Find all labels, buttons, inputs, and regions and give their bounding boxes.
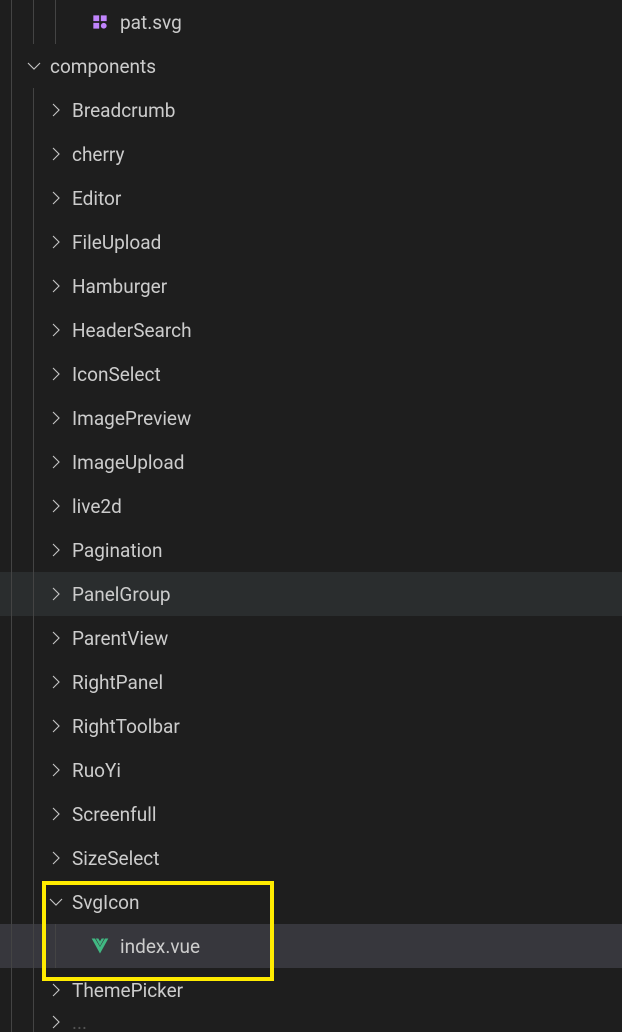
file-item[interactable]: index.vue [0,924,622,968]
folder-item[interactable]: ImageUpload [0,440,622,484]
file-item[interactable]: pat.svg [0,0,622,44]
folder-item[interactable]: ThemePicker [0,968,622,1012]
folder-label: FileUpload [72,231,161,254]
folder-label: Editor [72,187,121,210]
folder-item[interactable]: Editor [0,176,622,220]
chevron-right-icon[interactable] [44,538,68,562]
folder-item[interactable]: SvgIcon [0,880,622,924]
chevron-right-icon[interactable] [44,670,68,694]
chevron-right-icon[interactable] [44,318,68,342]
folder-label: ImagePreview [72,407,191,430]
folder-item[interactable]: IconSelect [0,352,622,396]
folder-label: ParentView [72,627,168,650]
chevron-right-icon[interactable] [44,626,68,650]
chevron-down-icon[interactable] [44,890,68,914]
svg-file-icon [88,10,112,34]
folder-label: RuoYi [72,759,121,782]
folder-item[interactable]: RightPanel [0,660,622,704]
folder-item[interactable]: SizeSelect [0,836,622,880]
vue-file-icon [88,934,112,958]
folder-label: IconSelect [72,363,161,386]
folder-label: SvgIcon [72,891,139,914]
folder-label: components [50,55,156,78]
folder-label: ThemePicker [72,979,183,1002]
chevron-right-icon[interactable] [44,494,68,518]
folder-label: cherry [72,143,125,166]
chevron-right-icon[interactable] [44,142,68,166]
folder-item[interactable]: RuoYi [0,748,622,792]
folder-item[interactable]: ImagePreview [0,396,622,440]
chevron-down-icon[interactable] [22,54,46,78]
folder-item[interactable]: cherry [0,132,622,176]
folder-label: RightToolbar [72,715,180,738]
chevron-right-icon[interactable] [44,846,68,870]
chevron-right-icon[interactable] [44,758,68,782]
folder-item[interactable]: ... [0,1012,622,1032]
folder-label: Pagination [72,539,163,562]
folder-label: Hamburger [72,275,167,298]
chevron-right-icon[interactable] [44,362,68,386]
folder-item[interactable]: FileUpload [0,220,622,264]
folder-label: PanelGroup [72,583,171,606]
folder-item[interactable]: Pagination [0,528,622,572]
folder-label: Screenfull [72,803,156,826]
folder-label: RightPanel [72,671,163,694]
chevron-right-icon[interactable] [44,802,68,826]
folder-item[interactable]: live2d [0,484,622,528]
file-label: index.vue [120,935,200,958]
folder-item[interactable]: Hamburger [0,264,622,308]
folder-label: ImageUpload [72,451,184,474]
folder-item[interactable]: RightToolbar [0,704,622,748]
file-explorer-tree: pat.svg components Breadcrumb cherry Editor F… [0,0,622,1032]
chevron-right-icon[interactable] [44,98,68,122]
folder-label: SizeSelect [72,847,159,870]
folder-item[interactable]: ParentView [0,616,622,660]
folder-label: Breadcrumb [72,99,175,122]
chevron-right-icon[interactable] [44,186,68,210]
chevron-right-icon[interactable] [44,1012,68,1032]
folder-label: live2d [72,495,122,518]
folder-item[interactable]: components [0,44,622,88]
file-label: pat.svg [120,11,182,34]
chevron-right-icon[interactable] [44,978,68,1002]
chevron-right-icon[interactable] [44,582,68,606]
folder-item[interactable]: PanelGroup [0,572,622,616]
chevron-right-icon[interactable] [44,714,68,738]
folder-item[interactable]: HeaderSearch [0,308,622,352]
folder-item[interactable]: Breadcrumb [0,88,622,132]
folder-label: ... [72,1012,87,1032]
chevron-right-icon[interactable] [44,230,68,254]
chevron-right-icon[interactable] [44,406,68,430]
chevron-right-icon[interactable] [44,274,68,298]
chevron-right-icon[interactable] [44,450,68,474]
folder-item[interactable]: Screenfull [0,792,622,836]
folder-label: HeaderSearch [72,319,192,342]
